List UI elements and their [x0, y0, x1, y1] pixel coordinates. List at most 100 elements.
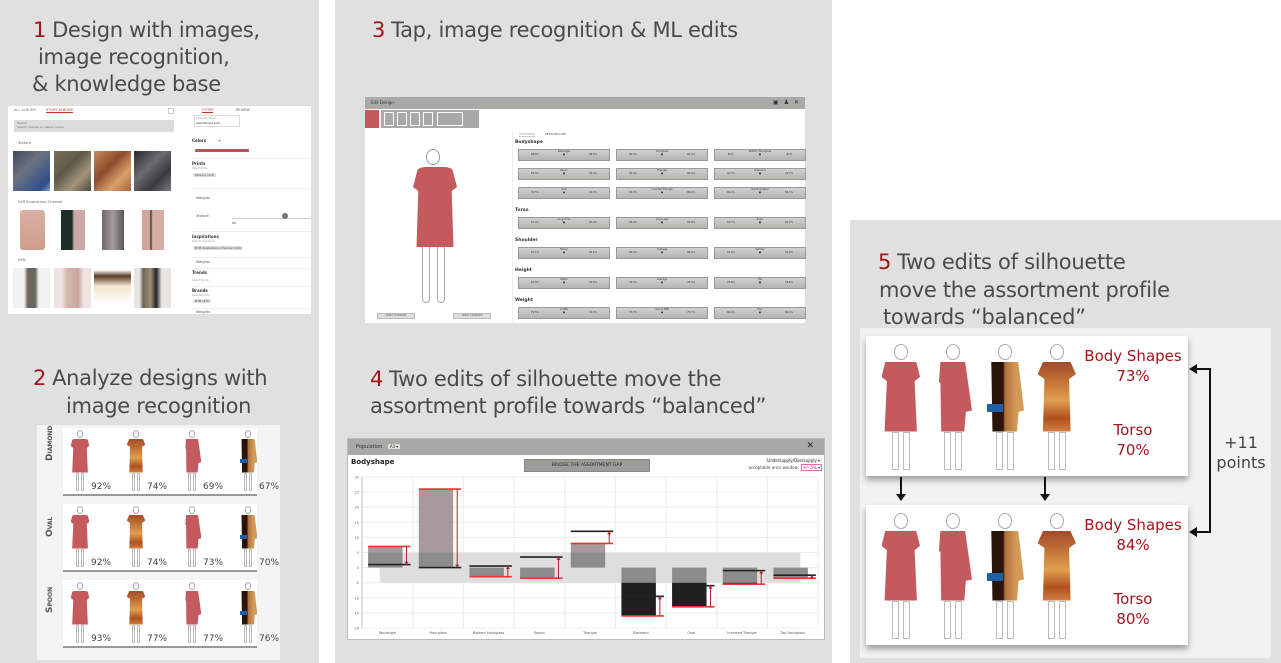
close-icon[interactable]: ✕ — [794, 99, 799, 106]
attribute-pill[interactable]: Broad 82.1% ● 82.1% — [518, 247, 610, 259]
attribute-pill[interactable]: Tall 78.6% ● 78.6% — [714, 277, 806, 289]
photo-thumb[interactable] — [94, 268, 131, 308]
weight-slider-track[interactable] — [232, 218, 311, 219]
design-cell[interactable]: 67% — [231, 428, 279, 494]
photo-thumb[interactable] — [54, 268, 91, 308]
toggle-icon[interactable]: ● — [661, 281, 663, 284]
toggle-icon[interactable]: ● — [661, 191, 663, 194]
toggle-icon[interactable]: ● — [759, 172, 761, 175]
tab-personalize[interactable]: PERSONALIZE — [545, 132, 566, 137]
design-cell[interactable]: 77% — [175, 580, 223, 646]
toggle-icon[interactable]: ● — [563, 311, 565, 314]
tab-story-albums[interactable]: STORY ALBUMS — [45, 108, 74, 113]
silhouette-option[interactable] — [410, 112, 420, 126]
toggle-icon[interactable]: ● — [759, 251, 761, 254]
toggle-icon[interactable]: ● — [661, 221, 663, 224]
design-cell[interactable]: 92% — [63, 504, 111, 570]
inspirations-chip[interactable]: NYB Illustrations Channel (4/4) — [193, 246, 244, 250]
design-cell[interactable]: 76% — [231, 580, 279, 646]
sleeve-option[interactable] — [437, 112, 463, 126]
design-cell[interactable]: 92% — [63, 428, 111, 494]
apply-changes-button[interactable]: APPLY CHANGES — [377, 313, 415, 319]
photo-thumb[interactable] — [134, 268, 171, 308]
toggle-icon[interactable]: ● — [759, 311, 761, 314]
error-window-select[interactable]: +/- 5% ▾ — [800, 464, 822, 471]
album-menu-icon[interactable] — [168, 108, 174, 114]
silhouette-option[interactable] — [423, 112, 433, 126]
toggle-icon[interactable]: ● — [563, 251, 565, 254]
dress-shape[interactable] — [413, 167, 457, 247]
weight-slider-handle[interactable] — [282, 213, 288, 219]
tab-review[interactable]: REVIEW — [236, 108, 250, 112]
toggle-icon[interactable]: ● — [563, 281, 565, 284]
toggle-icon[interactable]: ● — [759, 221, 761, 224]
toggle-icon[interactable]: ● — [759, 153, 761, 156]
design-cell[interactable]: 69% — [175, 428, 223, 494]
attribute-pill[interactable]: Plus 80.1% ● 80.1% — [714, 307, 806, 319]
attribute-pill[interactable]: Inverted Triangle 85.2% ● 85.2% — [616, 187, 708, 199]
toggle-icon[interactable]: ● — [563, 153, 565, 156]
attribute-pill[interactable]: Bottom Hourglass 81% ● 81% — [714, 149, 806, 161]
attribute-pill[interactable]: Hourglass 82.3% ● 82.3% — [616, 149, 708, 161]
silhouette-option[interactable] — [384, 112, 394, 126]
attribute-pill[interactable]: Long Torso 87.0% ● 87.0% — [518, 217, 610, 229]
design-cell[interactable]: 74% — [119, 428, 167, 494]
illustration-thumb[interactable] — [102, 210, 124, 250]
illustration-thumb[interactable] — [142, 210, 164, 250]
attribute-pill[interactable]: Long Legs 83.6% ● 83.6% — [616, 217, 708, 229]
album-search-input[interactable]: Search Search images by album name — [14, 120, 174, 132]
design-cell[interactable]: 74% — [119, 504, 167, 570]
attribute-pill[interactable]: Average 78.4% ● 78.4% — [616, 277, 708, 289]
trends-select[interactable]: Select Trends — [192, 279, 209, 282]
texture-thumb[interactable] — [134, 151, 171, 191]
attribute-pill[interactable]: Rectangle 88.6% ● 88.6% — [518, 149, 610, 161]
design-cell[interactable]: 70% — [231, 504, 279, 570]
save-icon[interactable]: ▣ — [773, 99, 779, 106]
attribute-pill[interactable]: Even 69.7% ● 69.7% — [714, 217, 806, 229]
supply-mode-select[interactable]: Undersupply/Oversupply ▾ — [765, 458, 822, 463]
collection-name-field[interactable]: Collection Name assortment test — [194, 115, 240, 127]
toggle-icon[interactable]: ● — [661, 311, 663, 314]
attribute-pill[interactable]: Average 86.4% ● 86.4% — [616, 247, 708, 259]
attribute-pill[interactable]: At BMI 79.5% ● 79.5% — [518, 307, 610, 319]
tab-story[interactable]: STORY — [202, 108, 214, 113]
design-cell[interactable]: 77% — [119, 580, 167, 646]
attribute-pill[interactable]: Spoon 83.4% ● 83.4% — [518, 168, 610, 180]
attribute-pill[interactable]: Triangle 85.4% ● 85.4% — [616, 168, 708, 180]
attribute-pill[interactable]: Top Hourglass 82.1% ● 82.1% — [714, 187, 806, 199]
texture-thumb[interactable] — [94, 151, 131, 191]
toggle-icon[interactable]: ● — [661, 153, 663, 156]
toggle-icon[interactable]: ● — [563, 191, 565, 194]
population-select[interactable]: All ▾ — [387, 444, 401, 449]
color-swatch-bar[interactable] — [195, 149, 249, 152]
undo-changes-button[interactable]: UNDO CHANGES — [453, 313, 491, 319]
attribute-pill[interactable]: Petite 83.8% ● 83.8% — [518, 277, 610, 289]
attribute-pill[interactable]: Above BMI 75.7% ● 75.7% — [616, 307, 708, 319]
toggle-icon[interactable]: ● — [661, 251, 663, 254]
toggle-icon[interactable]: ● — [563, 221, 565, 224]
texture-thumb[interactable] — [13, 151, 50, 191]
design-cell[interactable]: 73% — [175, 504, 223, 570]
attribute-pill[interactable]: Diamond 92.7% ● 92.7% — [714, 168, 806, 180]
toggle-icon[interactable]: ● — [563, 172, 565, 175]
photo-thumb[interactable] — [13, 268, 50, 308]
close-icon[interactable]: ✕ — [806, 441, 814, 451]
attribute-pill[interactable]: Oval 92.5% ● 92.5% — [518, 187, 610, 199]
silhouette-option[interactable] — [397, 112, 407, 126]
illustration-thumb[interactable] — [20, 210, 45, 250]
toggle-icon[interactable]: ● — [759, 281, 761, 284]
brands-chip[interactable]: NYB (4/4) — [193, 299, 212, 303]
illustration-thumb[interactable] — [61, 210, 85, 250]
texture-thumb[interactable] — [54, 151, 91, 191]
add-color-icon[interactable]: + — [218, 138, 221, 143]
design-cell[interactable]: 93% — [63, 580, 111, 646]
bridge-gap-button[interactable]: BRIDGE THE ASSORTMENT GAP — [524, 459, 650, 472]
tab-all-albums[interactable]: ALL ALBUMS — [14, 108, 36, 113]
user-icon[interactable]: ♟ — [784, 99, 789, 106]
toggle-icon[interactable]: ● — [661, 172, 663, 175]
toggle-icon[interactable]: ● — [759, 191, 761, 194]
color-swatch[interactable] — [365, 110, 379, 128]
attribute-pill[interactable]: Narrow 91.2% ● 91.2% — [714, 247, 806, 259]
tab-overview[interactable]: OVERVIEW — [519, 132, 535, 137]
prints-chip[interactable]: Texture (4/4) — [193, 173, 217, 177]
